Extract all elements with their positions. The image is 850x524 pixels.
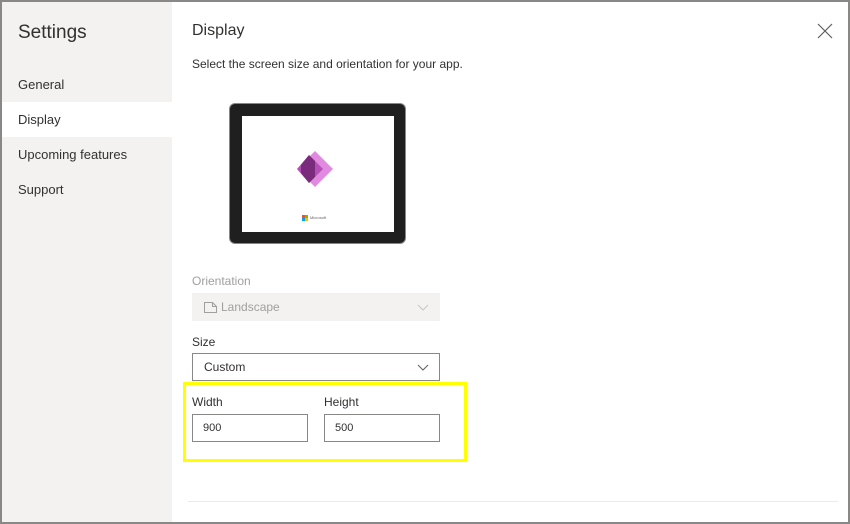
power-apps-logo-icon (297, 151, 333, 187)
size-value: Custom (204, 360, 246, 374)
sidebar-nav: General Display Upcoming features Suppor… (2, 67, 172, 207)
width-input[interactable] (192, 414, 308, 442)
device-preview-screen: Microsoft (242, 116, 394, 232)
settings-dialog: Settings General Display Upcoming featur… (0, 0, 850, 524)
orientation-value: Landscape (221, 300, 280, 314)
size-dropdown[interactable]: Custom (192, 353, 440, 381)
sidebar-item-general[interactable]: General (2, 67, 172, 102)
close-icon (817, 23, 833, 39)
sidebar-item-display[interactable]: Display (2, 102, 172, 137)
orientation-label: Orientation (192, 274, 251, 288)
landscape-icon (204, 302, 217, 313)
size-label: Size (192, 335, 216, 349)
orientation-dropdown: Landscape (192, 293, 440, 321)
page-subtitle: Select the screen size and orientation f… (192, 57, 463, 71)
height-input[interactable] (324, 414, 440, 442)
width-label: Width (192, 395, 223, 409)
device-preview: Microsoft (229, 103, 406, 244)
microsoft-brand: Microsoft (302, 214, 326, 222)
close-button[interactable] (814, 20, 836, 42)
sidebar-item-support[interactable]: Support (2, 172, 172, 207)
microsoft-logo-icon (302, 215, 308, 221)
page-title: Display (192, 22, 245, 39)
display-panel: Display Select the screen size and orien… (172, 2, 848, 522)
microsoft-brand-text: Microsoft (310, 215, 327, 220)
sidebar-title: Settings (18, 22, 87, 43)
settings-sidebar: Settings General Display Upcoming featur… (2, 2, 172, 522)
divider (188, 501, 838, 502)
chevron-down-icon (417, 304, 429, 311)
chevron-down-icon (417, 364, 429, 371)
height-label: Height (324, 395, 359, 409)
sidebar-item-upcoming-features[interactable]: Upcoming features (2, 137, 172, 172)
